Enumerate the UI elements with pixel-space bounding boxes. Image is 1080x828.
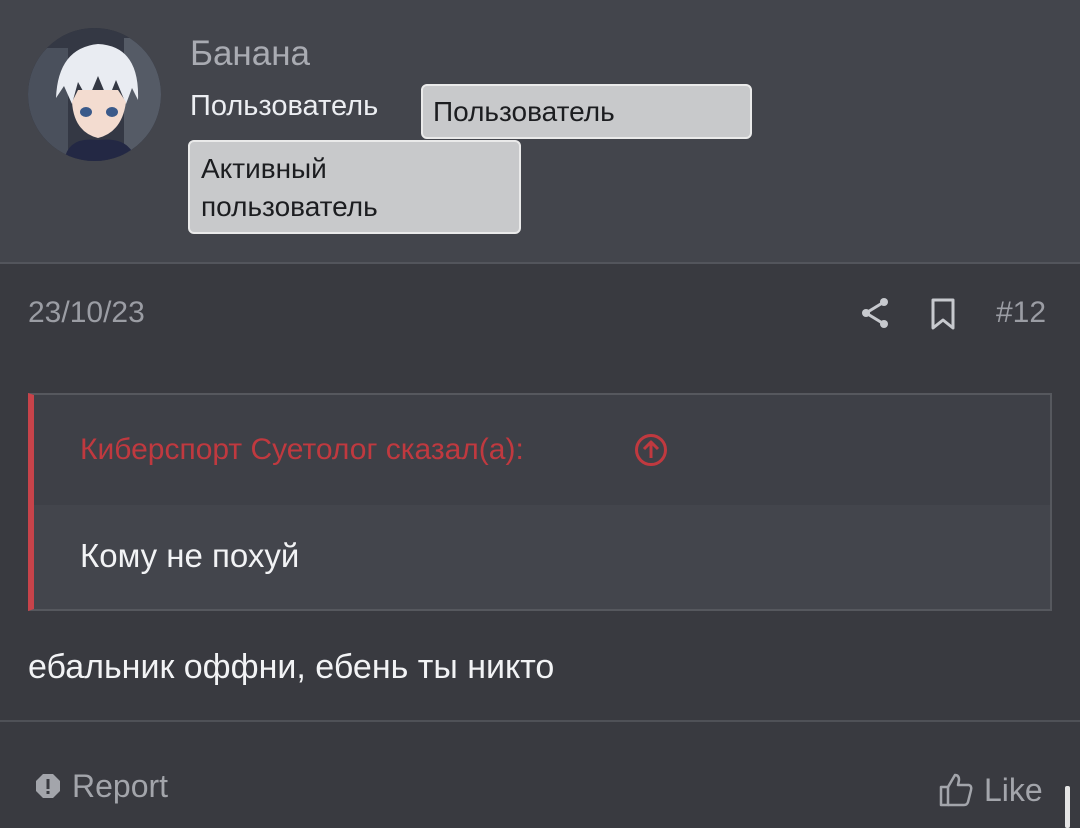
- like-label: Like: [984, 771, 1043, 808]
- post-number-link[interactable]: #12: [996, 296, 1046, 330]
- avatar-image: [28, 28, 161, 161]
- user-role-badge: Пользователь: [421, 84, 752, 139]
- username[interactable]: Банана: [190, 34, 310, 74]
- quote-text: Кому не похуй: [80, 537, 300, 574]
- quote-block: Киберспорт Суетолог сказал(а): Кому не п…: [28, 393, 1052, 611]
- scrollbar[interactable]: [1065, 786, 1070, 828]
- user-status-badge-line1: Активный: [201, 153, 327, 184]
- arrow-up-circle-icon[interactable]: [634, 433, 668, 467]
- quote-header: Киберспорт Суетолог сказал(а):: [34, 395, 1050, 505]
- like-button[interactable]: Like: [938, 770, 1043, 810]
- forum-post: Банана Пользователь Пользователь Активны…: [0, 0, 1080, 828]
- thumbs-up-icon: [939, 773, 973, 807]
- quote-author-link[interactable]: Киберспорт Суетолог сказал(а):: [80, 433, 524, 467]
- bookmark-icon[interactable]: [928, 298, 958, 330]
- avatar[interactable]: [28, 28, 161, 161]
- report-label: Report: [72, 767, 169, 804]
- report-button[interactable]: Report: [34, 766, 168, 806]
- share-icon[interactable]: [860, 296, 890, 330]
- post-message: ебальник оффни, ебень ты никто: [28, 648, 555, 686]
- post-date[interactable]: 23/10/23: [28, 296, 145, 330]
- user-status-badge: Активный пользователь: [188, 140, 521, 234]
- report-icon: [36, 774, 60, 798]
- divider: [0, 720, 1080, 722]
- user-status-badge-line2: пользователь: [201, 191, 378, 222]
- user-role-text: Пользователь: [190, 90, 379, 122]
- user-info-block: Банана Пользователь Пользователь Активны…: [0, 0, 1080, 264]
